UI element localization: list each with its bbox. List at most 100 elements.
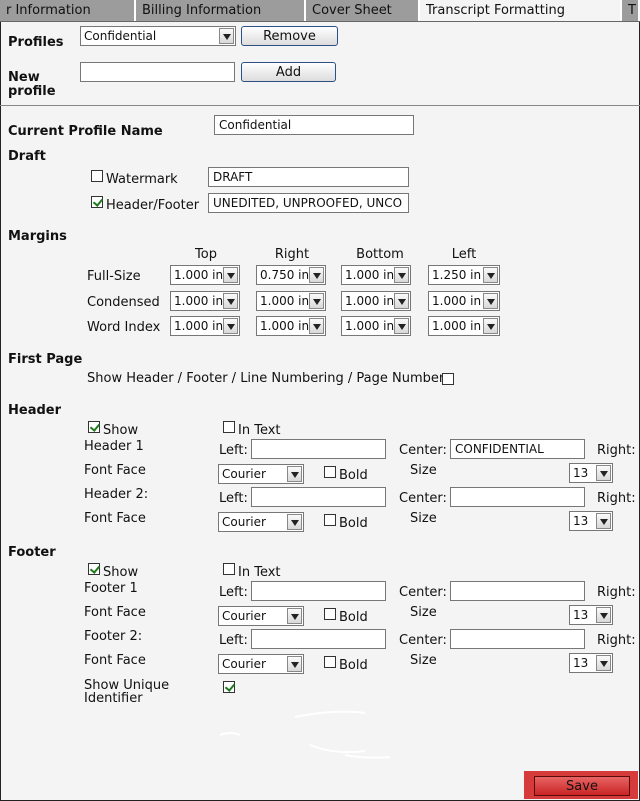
tab-label: Billing Information bbox=[142, 3, 262, 18]
remove-button[interactable]: Remove bbox=[241, 26, 338, 46]
font-face-label: Font Face bbox=[84, 605, 146, 620]
header2-font-select[interactable]: Courier bbox=[218, 512, 304, 532]
font-value: Courier bbox=[222, 609, 266, 623]
margin-select[interactable]: 1.000 in bbox=[256, 316, 326, 336]
right-label: Right: bbox=[597, 443, 636, 458]
current-profile-label: Current Profile Name bbox=[8, 124, 163, 139]
profiles-label: Profiles bbox=[8, 35, 64, 50]
profile-select[interactable]: Confidential bbox=[80, 26, 236, 46]
center-label: Center: bbox=[399, 443, 447, 458]
margin-select[interactable]: 1.000 in bbox=[170, 265, 240, 285]
save-button[interactable]: Save bbox=[534, 776, 630, 796]
right-label: Right: bbox=[597, 633, 636, 648]
chevron-down-icon bbox=[223, 293, 238, 309]
size-value: 13 bbox=[573, 514, 589, 528]
left-label: Left: bbox=[219, 443, 248, 458]
right-label: Right: bbox=[597, 491, 636, 506]
bold-label: Bold bbox=[339, 658, 368, 673]
watermark-input[interactable] bbox=[208, 167, 409, 187]
header2-bold-checkbox[interactable] bbox=[324, 514, 336, 526]
header2-center-input[interactable] bbox=[450, 487, 585, 507]
chevron-down-icon bbox=[394, 267, 409, 283]
unique-id-checkbox[interactable] bbox=[223, 681, 235, 693]
header1-bold-checkbox[interactable] bbox=[324, 466, 336, 478]
header1-center-input[interactable] bbox=[450, 439, 585, 459]
headerfooter-input[interactable] bbox=[208, 193, 409, 213]
margin-select[interactable]: 0.750 in bbox=[256, 265, 326, 285]
footer2-left-input[interactable] bbox=[251, 629, 386, 649]
chevron-down-icon bbox=[219, 28, 234, 44]
font-face-label: Font Face bbox=[84, 653, 146, 668]
size-label: Size bbox=[410, 653, 437, 668]
watermark-checkbox[interactable] bbox=[91, 170, 103, 182]
size-value: 13 bbox=[573, 608, 589, 622]
footer2-center-input[interactable] bbox=[450, 629, 585, 649]
footer2-bold-checkbox[interactable] bbox=[324, 656, 336, 668]
draft-label: Draft bbox=[8, 149, 46, 164]
tab-label: Transcript Formatting bbox=[426, 3, 565, 18]
header2-left-input[interactable] bbox=[251, 487, 386, 507]
footer1-left-input[interactable] bbox=[251, 581, 386, 601]
chevron-down-icon bbox=[394, 318, 409, 334]
chevron-down-icon bbox=[223, 267, 238, 283]
footer1-font-select[interactable]: Courier bbox=[218, 606, 304, 626]
margin-select[interactable]: 1.250 in bbox=[428, 265, 500, 285]
new-profile-label-line2: profile bbox=[8, 84, 56, 99]
footer-label: Footer bbox=[8, 545, 56, 560]
tab-more[interactable]: T bbox=[622, 0, 640, 21]
tab-reporter-information[interactable]: r Information bbox=[0, 0, 136, 21]
add-button[interactable]: Add bbox=[241, 62, 336, 82]
bold-label: Bold bbox=[339, 516, 368, 531]
tab-label: Cover Sheet bbox=[312, 3, 392, 18]
footer1-center-input[interactable] bbox=[450, 581, 585, 601]
footer2-size-select[interactable]: 13 bbox=[569, 653, 613, 673]
footer-intext-checkbox[interactable] bbox=[223, 563, 235, 575]
first-page-option-label: Show Header / Footer / Line Numbering / … bbox=[87, 371, 445, 386]
margin-select[interactable]: 1.000 in bbox=[341, 316, 411, 336]
chevron-down-icon bbox=[287, 466, 302, 482]
headerfooter-checkbox[interactable] bbox=[91, 196, 103, 208]
header1-font-select[interactable]: Courier bbox=[218, 464, 304, 484]
margin-column-top: Top bbox=[195, 247, 217, 262]
footer-show-checkbox[interactable] bbox=[88, 563, 100, 575]
header2-size-select[interactable]: 13 bbox=[569, 511, 613, 531]
margin-row-wordindex: Word Index bbox=[87, 320, 161, 335]
tab-transcript-formatting[interactable]: Transcript Formatting bbox=[420, 0, 622, 21]
header-intext-checkbox[interactable] bbox=[223, 421, 235, 433]
tab-billing-information[interactable]: Billing Information bbox=[136, 0, 306, 21]
margin-select[interactable]: 1.000 in bbox=[256, 291, 326, 311]
font-face-label: Font Face bbox=[84, 463, 146, 478]
new-profile-label-line1: New bbox=[8, 70, 40, 85]
margin-select[interactable]: 1.000 in bbox=[341, 265, 411, 285]
footer2-label: Footer 2: bbox=[84, 629, 143, 644]
margin-select[interactable]: 1.000 in bbox=[428, 291, 500, 311]
footer1-bold-checkbox[interactable] bbox=[324, 608, 336, 620]
margin-value: 1.000 in bbox=[260, 294, 310, 308]
header-show-label: Show bbox=[103, 423, 139, 438]
header-label: Header bbox=[8, 403, 62, 418]
margin-column-left: Left bbox=[451, 247, 477, 262]
chevron-down-icon bbox=[287, 608, 302, 624]
margin-select[interactable]: 1.000 in bbox=[341, 291, 411, 311]
left-label: Left: bbox=[219, 633, 248, 648]
margin-select[interactable]: 1.000 in bbox=[170, 316, 240, 336]
chevron-down-icon bbox=[287, 514, 302, 530]
footer1-size-select[interactable]: 13 bbox=[569, 605, 613, 625]
first-page-checkbox[interactable] bbox=[442, 373, 454, 385]
margin-value: 1.000 in bbox=[174, 268, 224, 282]
new-profile-input[interactable] bbox=[80, 62, 235, 82]
size-label: Size bbox=[410, 463, 437, 478]
tab-label: r Information bbox=[6, 3, 91, 18]
header1-left-input[interactable] bbox=[251, 439, 386, 459]
tab-cover-sheet[interactable]: Cover Sheet bbox=[306, 0, 420, 21]
chevron-down-icon bbox=[596, 513, 611, 529]
header-show-checkbox[interactable] bbox=[88, 421, 100, 433]
current-profile-input[interactable] bbox=[214, 115, 414, 135]
header1-size-select[interactable]: 13 bbox=[569, 463, 613, 483]
footer2-font-select[interactable]: Courier bbox=[218, 654, 304, 674]
center-label: Center: bbox=[399, 585, 447, 600]
margin-select[interactable]: 1.000 in bbox=[170, 291, 240, 311]
margin-select[interactable]: 1.000 in bbox=[428, 316, 500, 336]
footer-show-label: Show bbox=[103, 565, 139, 580]
watermark-label: Watermark bbox=[106, 172, 178, 187]
